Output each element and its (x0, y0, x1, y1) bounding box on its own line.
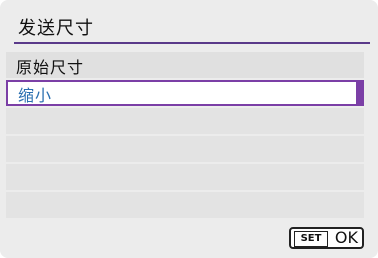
selection-cursor-marker (356, 80, 364, 106)
set-ok-button[interactable]: SET OK (289, 227, 364, 249)
menu-item-label: 缩小 (18, 86, 53, 105)
empty-row (6, 108, 364, 134)
camera-menu-screen: 发送尺寸 原始尺寸 缩小 SET OK (0, 0, 378, 258)
menu-item-original-size[interactable]: 原始尺寸 (6, 52, 364, 78)
title-divider (14, 42, 370, 44)
ok-label: OK (334, 228, 358, 247)
empty-row (6, 192, 364, 218)
menu-item-label: 原始尺寸 (16, 58, 85, 77)
size-option-list: 原始尺寸 缩小 (6, 52, 364, 220)
empty-row (6, 136, 364, 162)
page-title: 发送尺寸 (18, 18, 94, 39)
set-icon: SET (294, 231, 328, 247)
empty-row (6, 164, 364, 190)
menu-item-reduced-size[interactable]: 缩小 (6, 80, 364, 106)
